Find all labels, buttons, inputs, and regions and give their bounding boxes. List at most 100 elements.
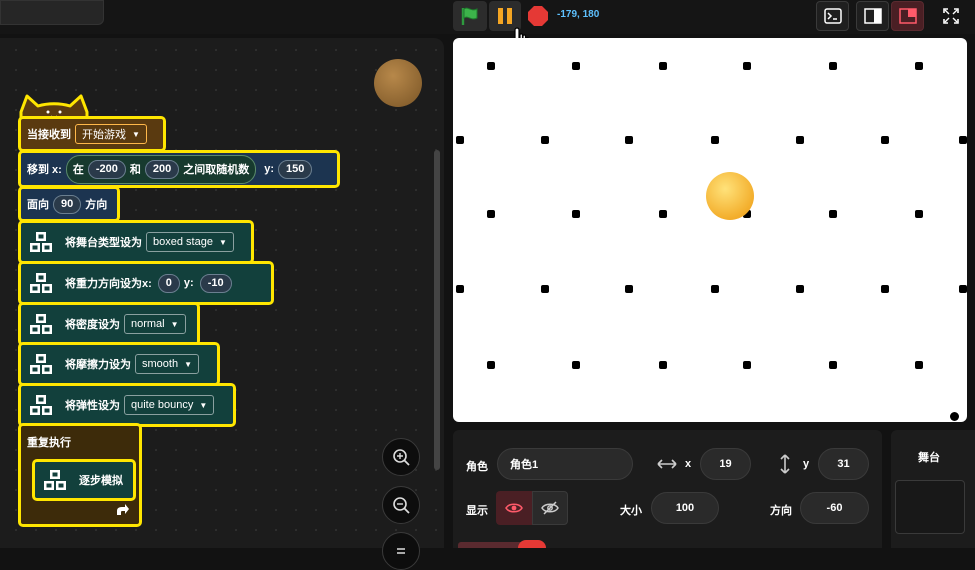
horizontal-arrows-icon <box>657 459 677 469</box>
goto-xy-block[interactable]: 移到 x: 在 -200 和 200 之间取随机数 y: 150 <box>18 150 340 188</box>
zoom-reset-button[interactable] <box>382 532 420 570</box>
large-stage-layout-button[interactable] <box>891 1 924 31</box>
stage-grid-dot <box>881 285 889 293</box>
stage-grid-dot <box>743 361 751 369</box>
stage-grid-dot <box>487 62 495 70</box>
sprite-label: 角色 <box>466 461 488 473</box>
terminal-button[interactable] <box>816 1 849 31</box>
fullscreen-icon <box>942 8 959 24</box>
stage-thumbnail[interactable] <box>895 480 965 534</box>
message-value: 开始游戏 <box>82 129 126 141</box>
set-stage-type-block[interactable]: 将舞台类型设为 boxed stage ▼ <box>18 220 254 264</box>
bounce-label: 将弹性设为 <box>65 400 120 412</box>
set-friction-block[interactable]: 将摩擦力设为 smooth ▼ <box>18 342 220 386</box>
zoom-out-button[interactable] <box>382 486 420 524</box>
stage-grid-dot <box>915 361 923 369</box>
stage-grid-dot <box>796 285 804 293</box>
green-flag-button[interactable] <box>453 1 487 31</box>
stage-grid-dot <box>625 136 633 144</box>
layout-small-stage-icon <box>863 8 882 24</box>
message-dropdown[interactable]: 开始游戏 ▼ <box>75 124 147 144</box>
x-input[interactable]: 19 <box>700 448 751 480</box>
stage-grid-dot <box>456 136 464 144</box>
random-to-input[interactable]: 200 <box>144 159 180 179</box>
point-label: 面向 <box>27 199 49 211</box>
ball-sprite[interactable] <box>706 172 754 220</box>
zoom-in-icon <box>393 449 410 466</box>
chevron-down-icon: ▼ <box>184 359 192 369</box>
physics-boxes-icon <box>30 354 52 374</box>
stage-grid-dot <box>659 361 667 369</box>
direction-input[interactable]: -60 <box>800 492 869 524</box>
stage-type-dropdown[interactable]: boxed stage ▼ <box>146 232 234 252</box>
sprite-name-input[interactable]: 角色1 <box>497 448 633 480</box>
gravity-y-input[interactable]: -10 <box>199 273 232 293</box>
y-label: y <box>803 458 810 470</box>
stage-grid-dot <box>659 62 667 70</box>
stage-title: 舞台 <box>918 452 940 464</box>
step-simulation-block[interactable]: 逐步模拟 <box>32 459 136 501</box>
set-gravity-block[interactable]: 将重力方向设为x: 0 y: -10 <box>18 261 274 305</box>
small-stage-layout-button[interactable] <box>856 1 889 31</box>
gravity-y-label: y: <box>183 277 194 289</box>
bounce-dropdown[interactable]: quite bouncy ▼ <box>124 395 215 415</box>
density-label: 将密度设为 <box>65 319 120 331</box>
stage-canvas[interactable] <box>453 38 967 422</box>
set-bounce-block[interactable]: 将弹性设为 quite bouncy ▼ <box>18 383 236 427</box>
when-receive-block[interactable]: 当接收到 开始游戏 ▼ <box>18 116 166 152</box>
size-label: 大小 <box>620 505 642 517</box>
friction-dropdown[interactable]: smooth ▼ <box>135 354 199 374</box>
vertical-arrows-icon <box>780 454 790 474</box>
show-sprite-button[interactable] <box>496 491 532 525</box>
stage-type-label: 将舞台类型设为 <box>65 237 142 249</box>
point-direction-block[interactable]: 面向 90 方向 <box>18 186 120 222</box>
stage-grid-dot <box>625 285 633 293</box>
workspace-scrollbar[interactable] <box>434 150 440 470</box>
search-box[interactable] <box>0 0 104 25</box>
zoom-in-button[interactable] <box>382 438 420 476</box>
pause-icon <box>498 8 512 24</box>
hide-sprite-button[interactable] <box>532 491 568 525</box>
y-input[interactable]: 150 <box>278 159 313 179</box>
show-label: 显示 <box>466 505 488 517</box>
stage-type-value: boxed stage <box>153 236 213 248</box>
stop-icon <box>528 6 548 26</box>
random-reporter[interactable]: 在 -200 和 200 之间取随机数 <box>65 154 257 184</box>
stage-grid-dot <box>915 62 923 70</box>
physics-boxes-icon <box>30 314 52 334</box>
stage-grid-dot <box>541 285 549 293</box>
fullscreen-button[interactable] <box>934 1 967 31</box>
stage-grid-dot <box>829 210 837 218</box>
gravity-x-input[interactable]: 0 <box>157 273 180 293</box>
stage-grid-dot <box>950 412 959 421</box>
physics-boxes-icon <box>30 395 52 415</box>
chevron-down-icon: ▼ <box>199 400 208 410</box>
set-density-block[interactable]: 将密度设为 normal ▼ <box>18 302 200 346</box>
eye-slash-icon <box>541 501 559 515</box>
zoom-out-icon <box>393 497 410 514</box>
random-from-input[interactable]: -200 <box>87 159 126 179</box>
friction-label: 将摩擦力设为 <box>65 359 131 371</box>
x-label: x <box>685 458 692 470</box>
stage-grid-dot <box>915 210 923 218</box>
random-suffix-label: 之间取随机数 <box>183 164 250 176</box>
goto-label: 移到 x: <box>27 164 62 176</box>
bounce-value: quite bouncy <box>131 399 194 411</box>
stage-grid-dot <box>456 285 464 293</box>
forever-label: 重复执行 <box>27 437 71 449</box>
chevron-down-icon: ▼ <box>218 237 227 247</box>
when-receive-label: 当接收到 <box>27 129 71 141</box>
size-input[interactable]: 100 <box>651 492 719 524</box>
green-flag-icon <box>461 7 478 25</box>
y-input[interactable]: 31 <box>818 448 869 480</box>
step-label: 逐步模拟 <box>79 475 123 487</box>
density-dropdown[interactable]: normal ▼ <box>124 314 186 334</box>
stage-grid-dot <box>959 285 967 293</box>
density-value: normal <box>131 318 165 330</box>
direction-input[interactable]: 90 <box>53 194 82 214</box>
friction-value: smooth <box>142 358 179 370</box>
delete-sprite-button[interactable] <box>518 540 546 548</box>
stage-grid-dot <box>572 210 580 218</box>
stage-grid-dot <box>881 136 889 144</box>
stage-grid-dot <box>487 210 495 218</box>
